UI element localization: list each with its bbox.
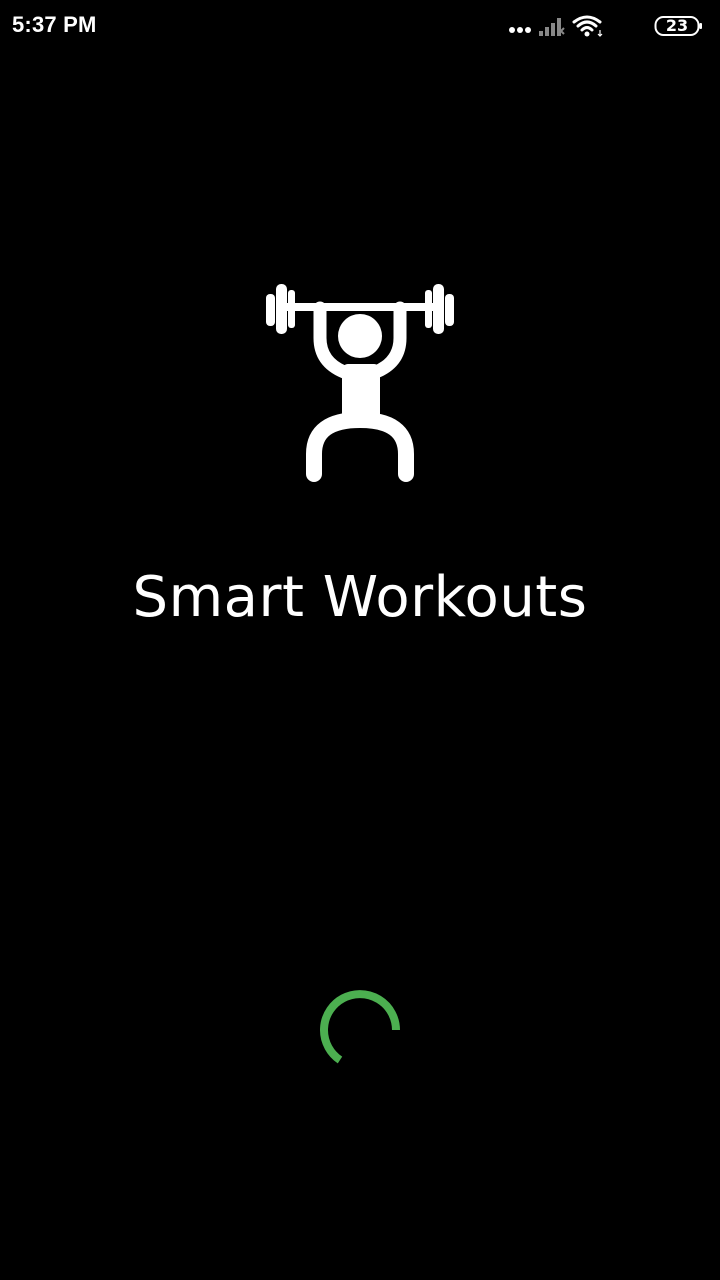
battery-level: 23 [665, 16, 689, 35]
status-icons: 23 [508, 14, 708, 38]
status-time: 5:37 PM [12, 12, 97, 37]
dots-icon [509, 27, 531, 33]
signal-icon [539, 18, 565, 36]
weightlifter-icon [266, 284, 454, 482]
wifi-icon [572, 15, 603, 37]
app-title: Smart Workouts [132, 565, 588, 630]
status-bar: 5:37 PM 23 [0, 0, 720, 52]
splash-screen: 5:37 PM 23 Smart Workouts [0, 0, 720, 1280]
loading-spinner-icon [320, 990, 400, 1064]
